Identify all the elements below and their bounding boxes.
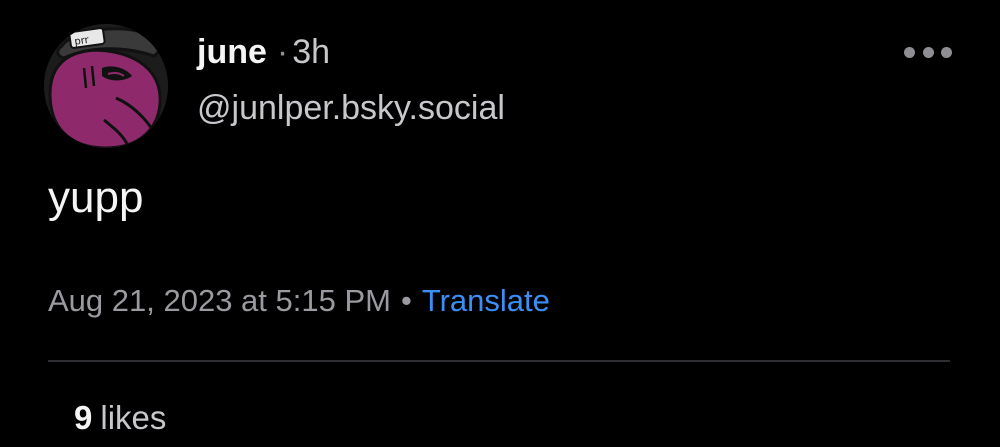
author-name-line: june · 3h — [197, 30, 330, 74]
more-horizontal-icon-dot — [922, 46, 934, 58]
likes-label: likes — [100, 399, 167, 436]
post-thread-view: prr june · 3h @junlper.bsky.social yupp Au… — [0, 0, 1000, 447]
post-timestamp: Aug 21, 2023 at 5:15 PM — [48, 283, 391, 318]
likes-count-link[interactable]: 9 likes — [74, 396, 166, 440]
post-text: yupp — [48, 173, 144, 222]
divider — [48, 360, 950, 362]
svg-text:prr: prr — [74, 35, 91, 48]
likes-count: 9 — [74, 399, 93, 436]
translate-link[interactable]: Translate — [422, 283, 550, 318]
meta-separator-dot: • — [400, 283, 412, 318]
post-age: 3h — [292, 33, 331, 71]
purple-character-avatar-icon: prr — [44, 24, 168, 148]
post-meta: Aug 21, 2023 at 5:15 PM • Translate — [48, 280, 550, 322]
more-options-button[interactable] — [904, 40, 952, 64]
more-horizontal-icon-dot — [941, 46, 952, 58]
author-display-name[interactable]: june — [197, 33, 267, 71]
more-horizontal-icon — [904, 46, 915, 58]
name-separator: · — [276, 33, 289, 71]
author-handle[interactable]: @junlper.bsky.social — [197, 86, 505, 130]
author-avatar[interactable]: prr — [44, 24, 168, 148]
